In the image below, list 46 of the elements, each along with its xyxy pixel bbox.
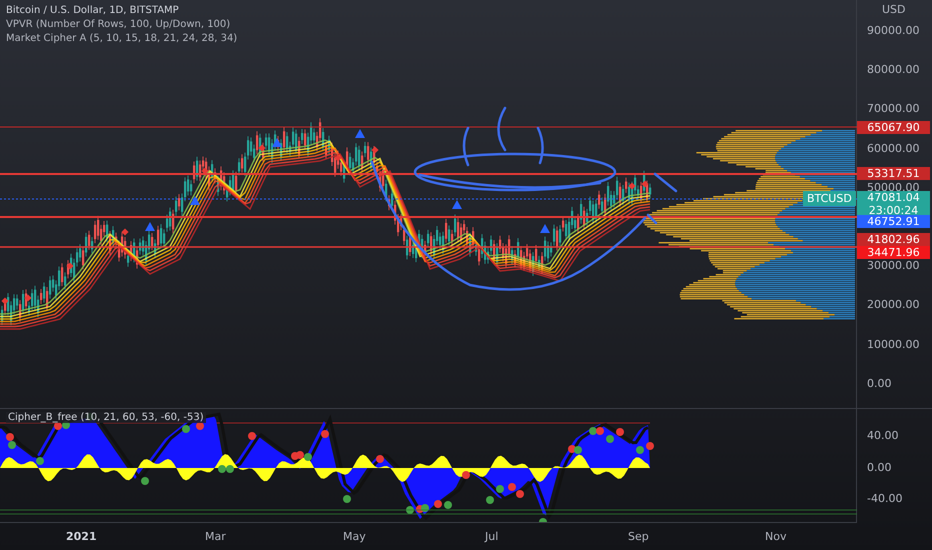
price-label: 41802.96 <box>857 233 930 246</box>
diamond-marker <box>1 297 9 305</box>
oscillator-legend: Cipher_B_free (10, 21, 60, 53, -60, -53) <box>6 412 206 423</box>
time-label: Mar <box>205 530 226 543</box>
triangle-marker <box>190 196 200 205</box>
oscillator-tick: 40.00 <box>867 429 898 443</box>
price-label: 47081.04 23:00:24 <box>857 191 930 217</box>
diamond-marker <box>628 182 636 190</box>
triangle-marker <box>145 222 155 231</box>
triangle-marker <box>540 224 550 233</box>
triangle-marker <box>452 200 462 209</box>
triangle-marker <box>272 138 282 147</box>
price-label: 46752.91 <box>857 215 930 228</box>
price-tick: 0.00 <box>867 376 892 391</box>
price-label: 65067.90 <box>857 121 930 134</box>
triangle-marker <box>355 129 365 138</box>
diamond-marker <box>121 228 129 236</box>
price-tick: 30000.00 <box>867 259 920 274</box>
chart-legend-text: Market Cipher A (5, 10, 15, 18, 21, 24, 28, 34) <box>6 32 238 45</box>
diamond-marker <box>334 154 342 162</box>
price-label: 34471.96 <box>857 246 930 259</box>
price-tick: 70000.00 <box>867 102 920 116</box>
time-label: 2021 <box>66 530 97 543</box>
symbol-label: BTCUSD <box>803 191 856 206</box>
price-tick: 50000.00 <box>867 180 920 194</box>
price-tick: 60000.00 <box>867 142 920 156</box>
price-tick: 90000.00 <box>867 24 920 38</box>
chart-legend-text: VPVR (Number Of Rows, 100, Up/Down, 100) <box>6 18 232 31</box>
time-label: May <box>343 530 366 543</box>
oscillator-tick: -40.00 <box>867 492 902 506</box>
diamond-marker <box>641 180 649 188</box>
diamond-marker <box>201 167 209 175</box>
time-label: Nov <box>765 530 786 543</box>
chart-legend-text: Bitcoin / U.S. Dollar, 1D, BITSTAMP <box>6 4 180 17</box>
diamond-marker <box>24 294 32 302</box>
time-label: Jul <box>485 530 498 543</box>
oscillator-tick: 0.00 <box>867 461 892 475</box>
time-label: Sep <box>628 530 649 543</box>
currency-label: USD <box>882 3 906 16</box>
price-tick: 20000.00 <box>867 298 920 312</box>
diamond-marker <box>66 262 74 270</box>
price-tick: 80000.00 <box>867 63 920 78</box>
diamond-marker <box>371 146 379 154</box>
price-label: 53317.51 <box>857 167 930 180</box>
price-tick: 10000.00 <box>867 338 920 352</box>
diamond-marker <box>258 144 266 152</box>
